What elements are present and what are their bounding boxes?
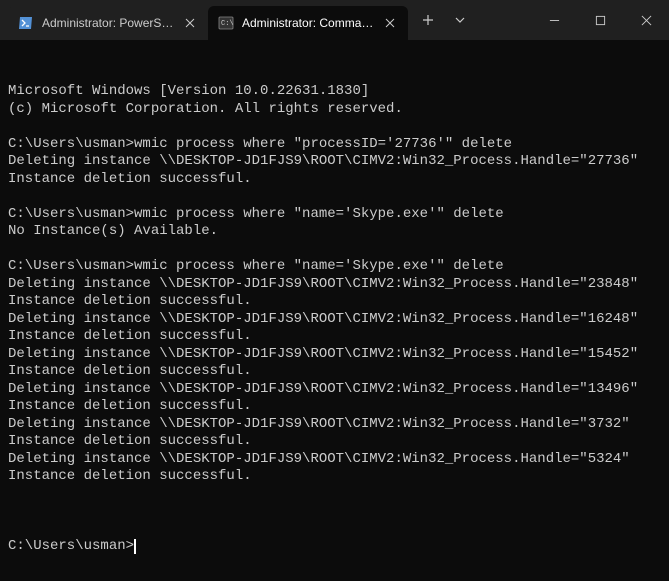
newtab-area bbox=[408, 0, 474, 40]
terminal-line: Instance deletion successful. bbox=[8, 328, 661, 346]
terminal-line: Deleting instance \\DESKTOP-JD1FJS9\ROOT… bbox=[8, 276, 661, 294]
terminal-line: Deleting instance \\DESKTOP-JD1FJS9\ROOT… bbox=[8, 153, 661, 171]
prompt-line: C:\Users\usman> bbox=[8, 538, 661, 556]
terminal-line: Instance deletion successful. bbox=[8, 468, 661, 486]
new-tab-button[interactable] bbox=[414, 6, 442, 34]
titlebar: Administrator: PowerShell C:\ Administra… bbox=[0, 0, 669, 40]
close-icon[interactable] bbox=[182, 15, 198, 31]
terminal-line: C:\Users\usman>wmic process where "name=… bbox=[8, 258, 661, 276]
tab-cmd[interactable]: C:\ Administrator: Command Pro bbox=[208, 6, 408, 40]
close-icon[interactable] bbox=[382, 15, 398, 31]
terminal-line: Instance deletion successful. bbox=[8, 398, 661, 416]
terminal-line: Instance deletion successful. bbox=[8, 433, 661, 451]
terminal-line: C:\Users\usman>wmic process where "name=… bbox=[8, 206, 661, 224]
terminal-line: Deleting instance \\DESKTOP-JD1FJS9\ROOT… bbox=[8, 311, 661, 329]
terminal-lines: Microsoft Windows [Version 10.0.22631.18… bbox=[8, 83, 661, 503]
maximize-button[interactable] bbox=[577, 0, 623, 40]
terminal-line: Instance deletion successful. bbox=[8, 171, 661, 189]
cursor bbox=[134, 539, 136, 554]
tab-powershell[interactable]: Administrator: PowerShell bbox=[8, 6, 208, 40]
terminal-line: Deleting instance \\DESKTOP-JD1FJS9\ROOT… bbox=[8, 416, 661, 434]
terminal-line bbox=[8, 486, 661, 504]
tab-strip: Administrator: PowerShell C:\ Administra… bbox=[0, 0, 408, 40]
terminal-line: No Instance(s) Available. bbox=[8, 223, 661, 241]
terminal-line: Microsoft Windows [Version 10.0.22631.18… bbox=[8, 83, 661, 101]
terminal-line: Deleting instance \\DESKTOP-JD1FJS9\ROOT… bbox=[8, 451, 661, 469]
cmd-icon: C:\ bbox=[218, 15, 234, 31]
tab-label: Administrator: Command Pro bbox=[242, 16, 374, 30]
svg-text:C:\: C:\ bbox=[221, 20, 234, 28]
terminal-line bbox=[8, 241, 661, 259]
window-controls bbox=[531, 0, 669, 40]
terminal-line: Instance deletion successful. bbox=[8, 363, 661, 381]
terminal-line: C:\Users\usman>wmic process where "proce… bbox=[8, 136, 661, 154]
terminal-line: (c) Microsoft Corporation. All rights re… bbox=[8, 101, 661, 119]
powershell-icon bbox=[18, 15, 34, 31]
terminal-line bbox=[8, 188, 661, 206]
tab-dropdown-button[interactable] bbox=[446, 6, 474, 34]
prompt: C:\Users\usman> bbox=[8, 538, 134, 554]
terminal-line: Instance deletion successful. bbox=[8, 293, 661, 311]
tab-label: Administrator: PowerShell bbox=[42, 16, 174, 30]
terminal-line: Deleting instance \\DESKTOP-JD1FJS9\ROOT… bbox=[8, 346, 661, 364]
terminal-line: Deleting instance \\DESKTOP-JD1FJS9\ROOT… bbox=[8, 381, 661, 399]
minimize-button[interactable] bbox=[531, 0, 577, 40]
terminal-line bbox=[8, 118, 661, 136]
close-button[interactable] bbox=[623, 0, 669, 40]
